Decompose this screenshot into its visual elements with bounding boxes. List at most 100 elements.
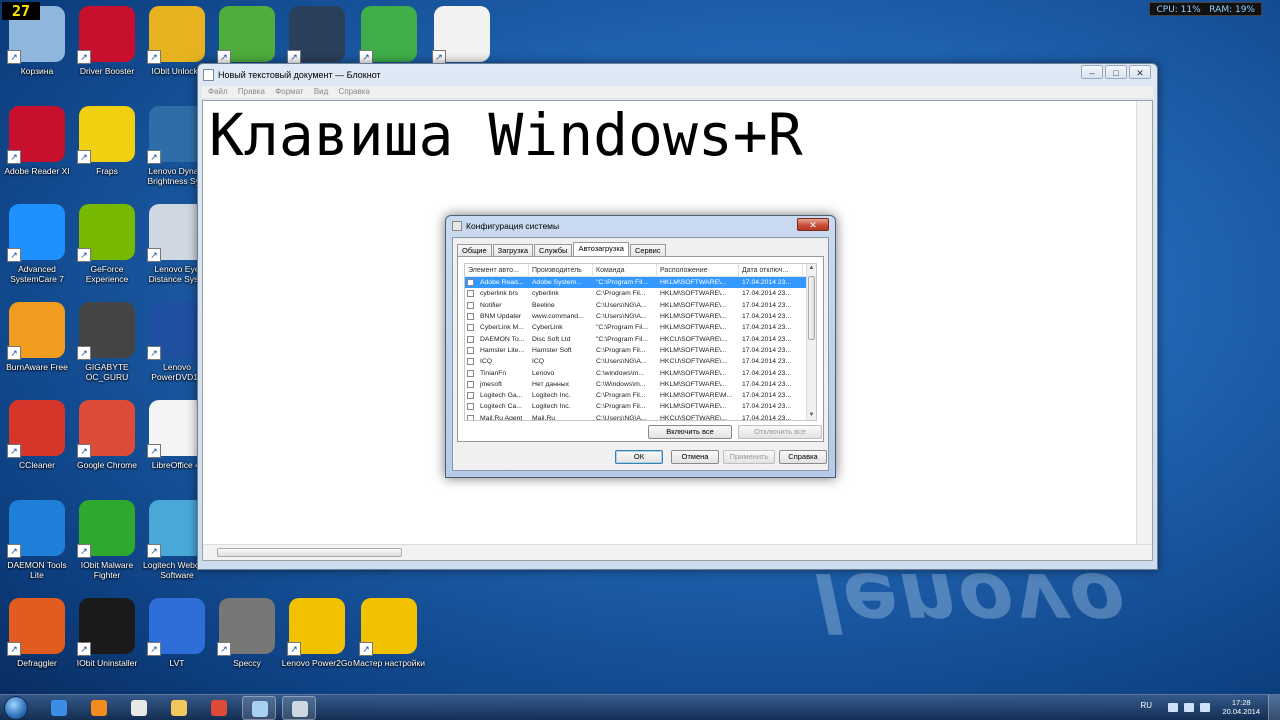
startup-list[interactable]: Элемент авто... Производитель Команда Ра… bbox=[464, 263, 817, 421]
desktop-shortcut[interactable]: GeForce Experience bbox=[70, 198, 144, 290]
desktop-shortcut[interactable]: BurnAware Free bbox=[0, 296, 74, 388]
taskbar: RU 17:28 20.04.2014 bbox=[0, 694, 1280, 720]
desktop-shortcut[interactable]: DAEMON Tools Lite bbox=[0, 494, 74, 586]
column-date-disabled[interactable]: Дата отключ... bbox=[739, 264, 803, 276]
notepad-titlebar[interactable]: Новый текстовый документ — Блокнот – □ ✕ bbox=[198, 64, 1157, 86]
tray-flag-icon[interactable] bbox=[1168, 703, 1178, 712]
column-location[interactable]: Расположение bbox=[657, 264, 739, 276]
disable-all-button[interactable]: Отключить все bbox=[738, 425, 822, 439]
dialog-close-button[interactable]: ✕ bbox=[797, 218, 829, 231]
row-checkbox[interactable] bbox=[467, 301, 474, 309]
vertical-scrollbar[interactable] bbox=[1136, 101, 1152, 544]
table-row[interactable]: BNM Updater www.command... C:\Users\NG\A..… bbox=[465, 311, 816, 322]
horizontal-scrollbar[interactable] bbox=[203, 544, 1152, 560]
table-row[interactable]: CyberLink M... CyberLink "C:\Program Fil..… bbox=[465, 322, 816, 333]
row-checkbox[interactable] bbox=[467, 392, 474, 400]
table-row[interactable]: Logitech Ga... Logitech Inc. C:\Program Fi… bbox=[465, 390, 816, 401]
taskbar-button[interactable] bbox=[242, 696, 276, 720]
cell-command: C:\Program Fil... bbox=[596, 392, 646, 400]
taskbar-button[interactable] bbox=[82, 696, 116, 720]
menu-edit[interactable]: Правка bbox=[238, 87, 265, 96]
row-checkbox[interactable] bbox=[467, 279, 474, 287]
taskbar-button[interactable] bbox=[162, 696, 196, 720]
row-checkbox[interactable] bbox=[467, 290, 474, 298]
menu-format[interactable]: Формат bbox=[275, 87, 303, 96]
desktop-shortcut[interactable]: LVT bbox=[140, 592, 214, 684]
row-checkbox[interactable] bbox=[467, 369, 474, 377]
desktop-shortcut-label: CCleaner bbox=[19, 460, 55, 470]
desktop-shortcut[interactable]: IObit Uninstaller bbox=[70, 592, 144, 684]
editor-text[interactable]: Клавиша Windows+R bbox=[209, 101, 803, 169]
tab-startup[interactable]: Автозагрузка bbox=[573, 242, 629, 257]
close-button[interactable]: ✕ bbox=[1129, 65, 1151, 79]
taskbar-button[interactable] bbox=[202, 696, 236, 720]
ok-button[interactable]: ОК bbox=[615, 450, 663, 464]
phone-app-icon bbox=[217, 6, 275, 64]
table-row[interactable]: DAEMON To... Disc Soft Ltd "C:\Program Fil… bbox=[465, 333, 816, 344]
menu-view[interactable]: Вид bbox=[314, 87, 328, 96]
table-row[interactable]: Mail.Ru Agent Mail.Ru C:\Users\NG\A... HKCU… bbox=[465, 413, 816, 420]
table-row[interactable]: jmesoft Нет данных C:\Windows\m... HKLM\SOF… bbox=[465, 379, 816, 390]
dialog-titlebar[interactable]: Конфигурация системы ✕ bbox=[446, 216, 835, 236]
item-name: BNM Updater bbox=[480, 313, 522, 321]
column-command[interactable]: Команда bbox=[593, 264, 657, 276]
row-checkbox[interactable] bbox=[467, 335, 474, 343]
scrollbar-thumb[interactable] bbox=[217, 548, 402, 557]
cell-location: HKLM\SOFTWARE\... bbox=[660, 313, 727, 321]
row-checkbox[interactable] bbox=[467, 324, 474, 332]
scroll-up-icon[interactable]: ▲ bbox=[807, 264, 816, 273]
help-button[interactable]: Справка bbox=[779, 450, 827, 464]
cell-manufacturer: Lenovo bbox=[532, 369, 555, 377]
taskbar-button[interactable] bbox=[122, 696, 156, 720]
apply-button[interactable]: Применить bbox=[723, 450, 775, 464]
desktop-shortcut[interactable]: Google Chrome bbox=[70, 394, 144, 486]
desktop-shortcut[interactable]: Defraggler bbox=[0, 592, 74, 684]
show-desktop-button[interactable] bbox=[1268, 695, 1280, 720]
desktop-shortcut[interactable]: GIGABYTE OC_GURU bbox=[70, 296, 144, 388]
scroll-down-icon[interactable]: ▼ bbox=[807, 411, 816, 420]
cancel-button[interactable]: Отмена bbox=[671, 450, 719, 464]
row-checkbox[interactable] bbox=[467, 380, 474, 388]
desktop-shortcut[interactable]: Driver Booster bbox=[70, 0, 144, 92]
row-checkbox[interactable] bbox=[467, 414, 474, 420]
item-name: DAEMON To... bbox=[480, 335, 525, 343]
minimize-button[interactable]: – bbox=[1081, 65, 1103, 79]
clock[interactable]: 17:28 20.04.2014 bbox=[1222, 698, 1260, 716]
table-row[interactable]: cyberlink brs cyberlink C:\Program Fil... H… bbox=[465, 288, 816, 299]
start-button[interactable] bbox=[4, 696, 28, 720]
menu-file[interactable]: Файл bbox=[208, 87, 228, 96]
tray-network-icon[interactable] bbox=[1184, 703, 1194, 712]
row-checkbox[interactable] bbox=[467, 346, 474, 354]
desktop-shortcut[interactable]: Lenovo Power2Go bbox=[280, 592, 354, 684]
tray-volume-icon[interactable] bbox=[1200, 703, 1210, 712]
desktop-shortcut[interactable]: Advanced SystemCare 7 bbox=[0, 198, 74, 290]
table-row[interactable]: Adobe Read... Adobe System... "C:\Program … bbox=[465, 277, 816, 289]
row-checkbox[interactable] bbox=[467, 358, 474, 366]
language-indicator[interactable]: RU bbox=[1140, 701, 1152, 710]
list-scrollbar-thumb[interactable] bbox=[808, 276, 815, 340]
table-row[interactable]: Notifier Beeline C:\Users\NG\A... HKLM\SOFT… bbox=[465, 300, 816, 311]
row-checkbox[interactable] bbox=[467, 313, 474, 321]
table-row[interactable]: TinianFn Lenovo C:\windows\m... HKLM\SOFTWA… bbox=[465, 367, 816, 378]
table-row[interactable]: ICQ ICQ C:\Users\NG\A... HKCU\SOFTWARE\... 1… bbox=[465, 356, 816, 367]
table-row[interactable]: Logitech Ca... Logitech Inc. C:\Program Fi… bbox=[465, 401, 816, 412]
desktop-shortcut[interactable]: Adobe Reader XI bbox=[0, 100, 74, 192]
item-name: ICQ bbox=[480, 358, 493, 366]
menu-help[interactable]: Справка bbox=[339, 87, 370, 96]
maximize-button[interactable]: □ bbox=[1105, 65, 1127, 79]
enable-all-button[interactable]: Включить все bbox=[648, 425, 732, 439]
list-scrollbar[interactable]: ▲ ▼ bbox=[806, 264, 816, 420]
cell-command: C:\Program Fil... bbox=[596, 290, 646, 298]
row-checkbox[interactable] bbox=[467, 403, 474, 411]
column-manufacturer[interactable]: Производитель bbox=[529, 264, 593, 276]
table-row[interactable]: Hamster Lite... Hamster Soft C:\Program Fi… bbox=[465, 345, 816, 356]
desktop-shortcut[interactable]: IObit Malware Fighter bbox=[70, 494, 144, 586]
taskbar-button[interactable] bbox=[42, 696, 76, 720]
desktop-shortcut[interactable]: CCleaner bbox=[0, 394, 74, 486]
taskbar-button[interactable] bbox=[282, 696, 316, 720]
desktop-shortcut[interactable]: Мастер настройки bbox=[352, 592, 426, 684]
desktop-shortcut[interactable]: Speccy bbox=[210, 592, 284, 684]
cell-startup-item: Hamster Lite... bbox=[465, 345, 529, 356]
desktop-shortcut[interactable]: Fraps bbox=[70, 100, 144, 192]
column-startup-item[interactable]: Элемент авто... bbox=[465, 264, 529, 276]
